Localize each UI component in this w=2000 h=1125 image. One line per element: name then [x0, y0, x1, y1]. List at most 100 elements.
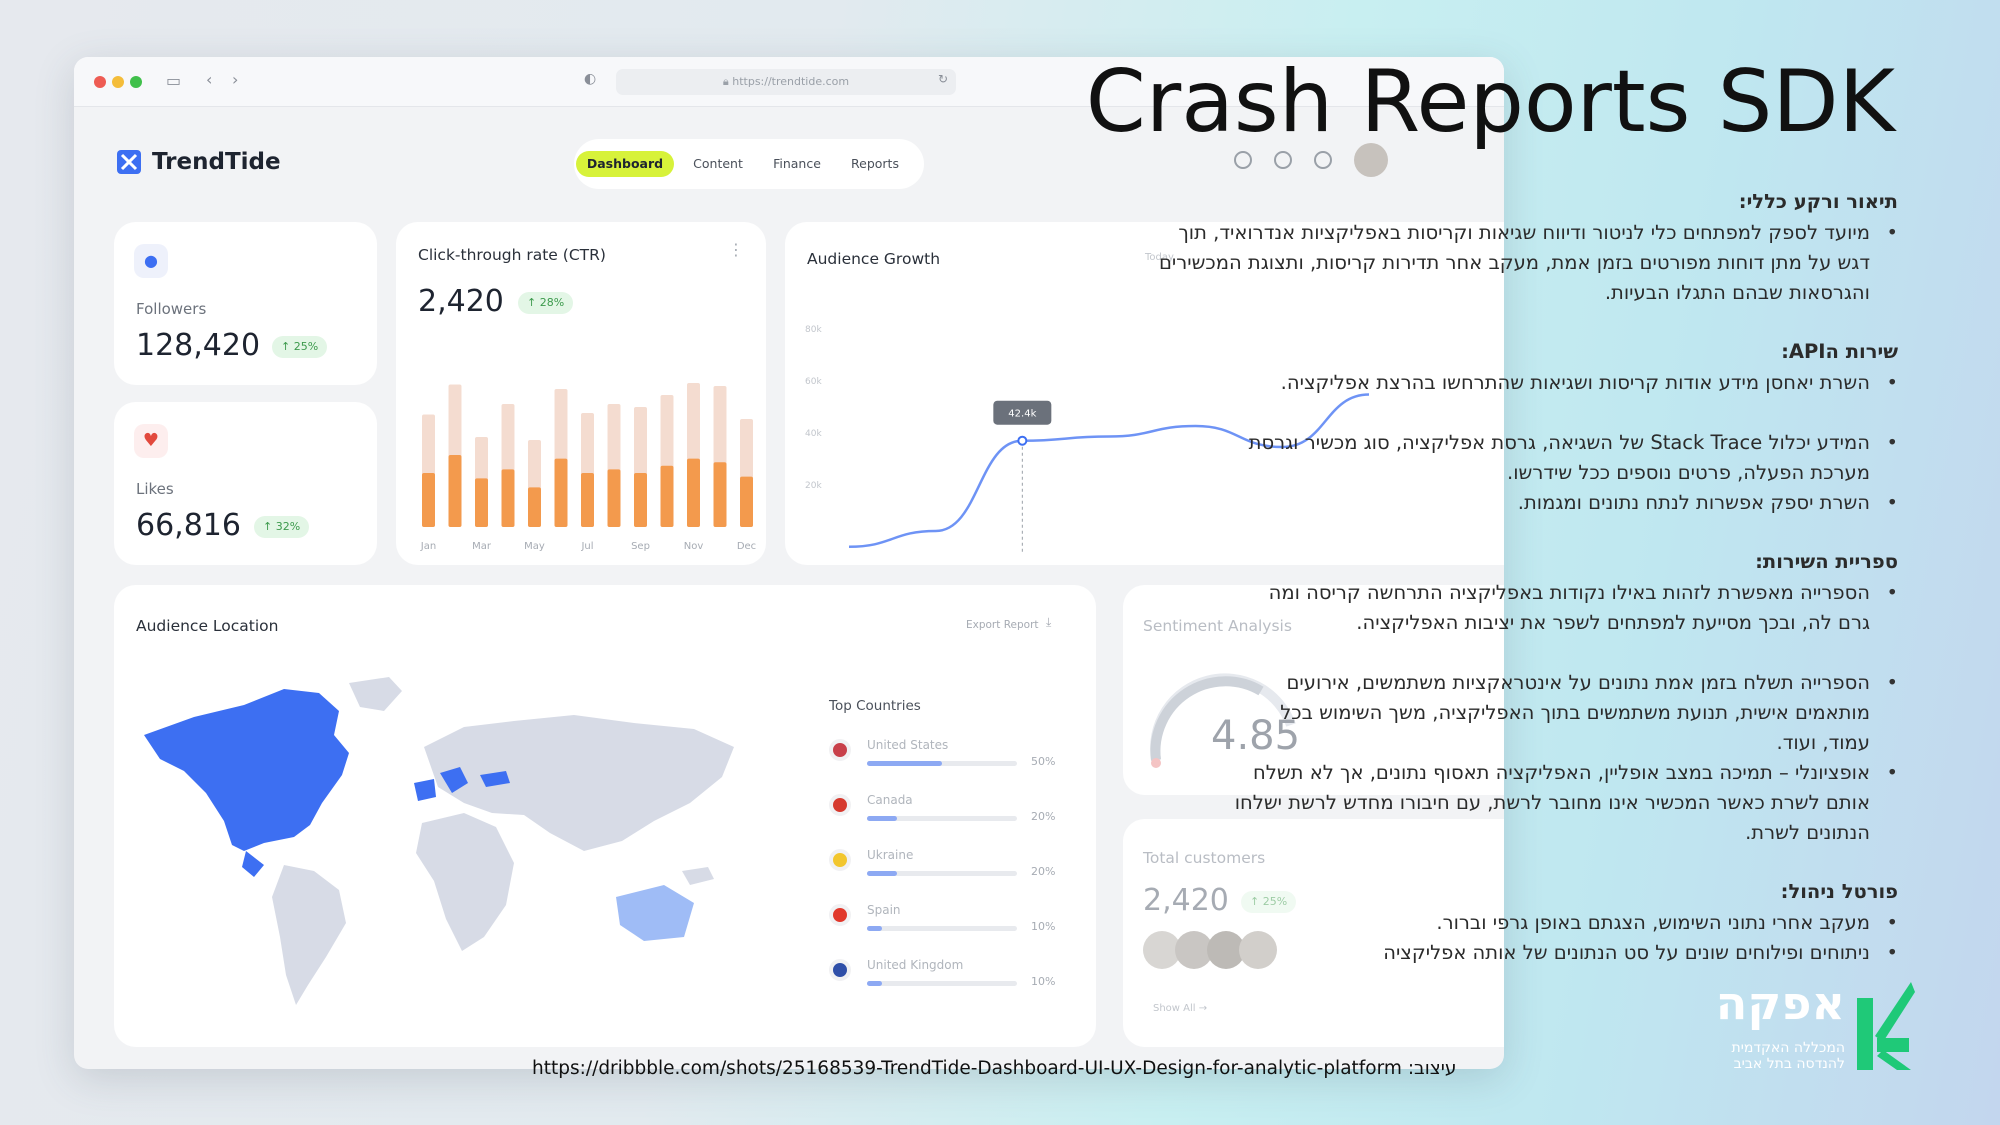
flag-icon	[829, 849, 851, 871]
gear-icon[interactable]	[1314, 151, 1332, 169]
country-progress-track	[867, 761, 1017, 766]
country-name: Canada	[867, 793, 913, 807]
top-countries-title: Top Countries	[829, 698, 921, 714]
ctr-x-tick: Mar	[472, 541, 492, 552]
country-progress-fill	[867, 871, 897, 876]
ctr-bar	[501, 469, 515, 527]
bullet-api-1: השרת יאחסן מידע אודות קריסות ושגיאות שהת…	[1250, 368, 1898, 398]
bullet-api-3: השרת יספק אפשרות לנתח נתונים ומגמות.	[1240, 488, 1898, 518]
section-heading-library: ספריית השירות:	[1755, 550, 1898, 573]
ctr-x-tick: Sep	[631, 541, 650, 552]
tab-content[interactable]: Content	[684, 151, 752, 177]
followers-change-badge: ↑ 25%	[272, 336, 328, 358]
bullet-portal-1: מעקב אחרי נתוני השימוש, הצגתם באופן גרפי…	[1250, 908, 1898, 938]
growth-y-tick: 40k	[805, 429, 822, 439]
tab-reports[interactable]: Reports	[842, 151, 908, 177]
audience-growth-title: Audience Growth	[807, 250, 941, 268]
flag-icon	[829, 739, 851, 761]
ctr-bar	[634, 473, 647, 527]
ctr-change-badge: ↑ 28%	[518, 292, 574, 314]
country-row: Canada 20%	[829, 790, 1059, 834]
section-heading-api: שירות הAPI:	[1781, 340, 1898, 363]
ctr-x-tick: Dec	[737, 541, 756, 552]
flag-icon	[829, 904, 851, 926]
growth-tooltip-label: 42.4k	[1008, 409, 1036, 420]
bullet-library-2: הספרייה תשלח בזמן אמת נתונים על אינטראקצ…	[1230, 668, 1898, 758]
show-all-link[interactable]: Show All →	[1153, 1003, 1207, 1014]
country-percent: 50%	[1031, 755, 1056, 768]
country-percent: 20%	[1031, 810, 1056, 823]
reload-icon[interactable]: ↻	[938, 72, 948, 86]
country-row: Spain 10%	[829, 900, 1059, 944]
ctr-x-tick: May	[524, 541, 545, 552]
section-heading-background: תיאור ורקע כללי:	[1738, 190, 1898, 213]
search-icon[interactable]	[1234, 151, 1252, 169]
maximize-window-dot[interactable]	[130, 76, 142, 88]
country-row: Ukraine 20%	[829, 845, 1059, 889]
lock-icon: 🔒︎	[722, 75, 733, 88]
growth-y-tick: 60k	[805, 377, 822, 387]
ctr-bar	[660, 465, 674, 527]
brand-name: אפקה	[1715, 976, 1845, 1030]
bell-icon[interactable]	[1274, 151, 1292, 169]
ctr-bar	[448, 455, 462, 527]
main-nav: Dashboard Content Finance Reports	[574, 139, 924, 189]
bullet-library-3: אופציונלי – תמיכה במצב אופליין, האפליקצי…	[1220, 758, 1898, 848]
country-row: United Kingdom 10%	[829, 955, 1059, 999]
tab-finance[interactable]: Finance	[764, 151, 830, 177]
sidebar-toggle-icon[interactable]: ▭	[166, 71, 181, 90]
bullet-library-1: הספרייה מאפשרת לזהות באילו נקודות באפליק…	[1250, 578, 1898, 638]
country-progress-track	[867, 926, 1017, 931]
bullet-background-1: מיועד לספק למפתחים כלי לניטור ודיווח שגי…	[1148, 218, 1898, 308]
ctr-x-tick: Nov	[684, 541, 704, 552]
heart-icon: ♥	[134, 424, 168, 458]
country-progress-fill	[867, 926, 882, 931]
minimize-window-dot[interactable]	[112, 76, 124, 88]
country-name: United Kingdom	[867, 958, 964, 972]
ctr-bar	[740, 476, 753, 527]
ctr-bar	[607, 469, 621, 527]
likes-card: ♥ Likes 66,816 ↑ 32%	[114, 402, 377, 565]
ctr-bar	[528, 487, 541, 527]
bullet-api-2: המידע יכלול Stack Trace של השגיאה, גרסת …	[1240, 428, 1898, 488]
ctr-bar	[687, 458, 700, 527]
audience-growth-line-chart: 80k60k40k20k42.4kJanFebMarAprJunJulAug	[805, 325, 1370, 552]
slide-title: Crash Reports SDK	[1085, 52, 1895, 152]
followers-value: 128,420	[136, 328, 261, 363]
ctr-bar	[713, 462, 727, 527]
likes-change-badge: ↑ 32%	[254, 516, 310, 538]
growth-point	[1017, 435, 1028, 446]
ctr-bar	[475, 478, 488, 527]
followers-card: ● Followers 128,420 ↑ 25%	[114, 222, 377, 385]
world-map	[144, 677, 734, 1005]
forward-icon[interactable]: ›	[232, 70, 238, 89]
country-percent: 10%	[1031, 975, 1056, 988]
country-progress-fill	[867, 981, 882, 986]
flag-icon	[829, 959, 851, 981]
address-bar[interactable]: 🔒︎ https://trendtide.com	[616, 69, 956, 95]
ctr-x-tick: Jul	[580, 541, 593, 552]
country-percent: 20%	[1031, 865, 1056, 878]
brand-sub1: המכללה האקדמית	[1731, 1040, 1846, 1056]
country-progress-fill	[867, 816, 897, 821]
likes-value: 66,816	[136, 508, 241, 543]
country-name: Spain	[867, 903, 901, 917]
likes-label: Likes	[136, 480, 174, 498]
ctr-x-tick: Jan	[420, 541, 436, 552]
export-report-button[interactable]: Export Report	[966, 619, 1039, 631]
section-heading-portal: פורטל ניהול:	[1780, 880, 1898, 903]
tab-dashboard[interactable]: Dashboard	[576, 151, 674, 177]
flag-icon	[829, 794, 851, 816]
more-options-icon[interactable]: ⋮	[728, 240, 744, 259]
growth-y-tick: 20k	[805, 481, 822, 491]
back-icon[interactable]: ‹	[206, 70, 212, 89]
bullet-portal-2: ניתוחים ופילוחים שונים על סט הנתונים של …	[1250, 938, 1898, 968]
country-name: United States	[867, 738, 949, 752]
ctr-bar	[554, 458, 568, 527]
country-progress-track	[867, 816, 1017, 821]
country-progress-track	[867, 871, 1017, 876]
design-credit-link[interactable]: עיצוב: https://dribbble.com/shots/251685…	[532, 1058, 1456, 1079]
url-text: https://trendtide.com	[732, 75, 850, 88]
country-progress-fill	[867, 761, 942, 766]
close-window-dot[interactable]	[94, 76, 106, 88]
